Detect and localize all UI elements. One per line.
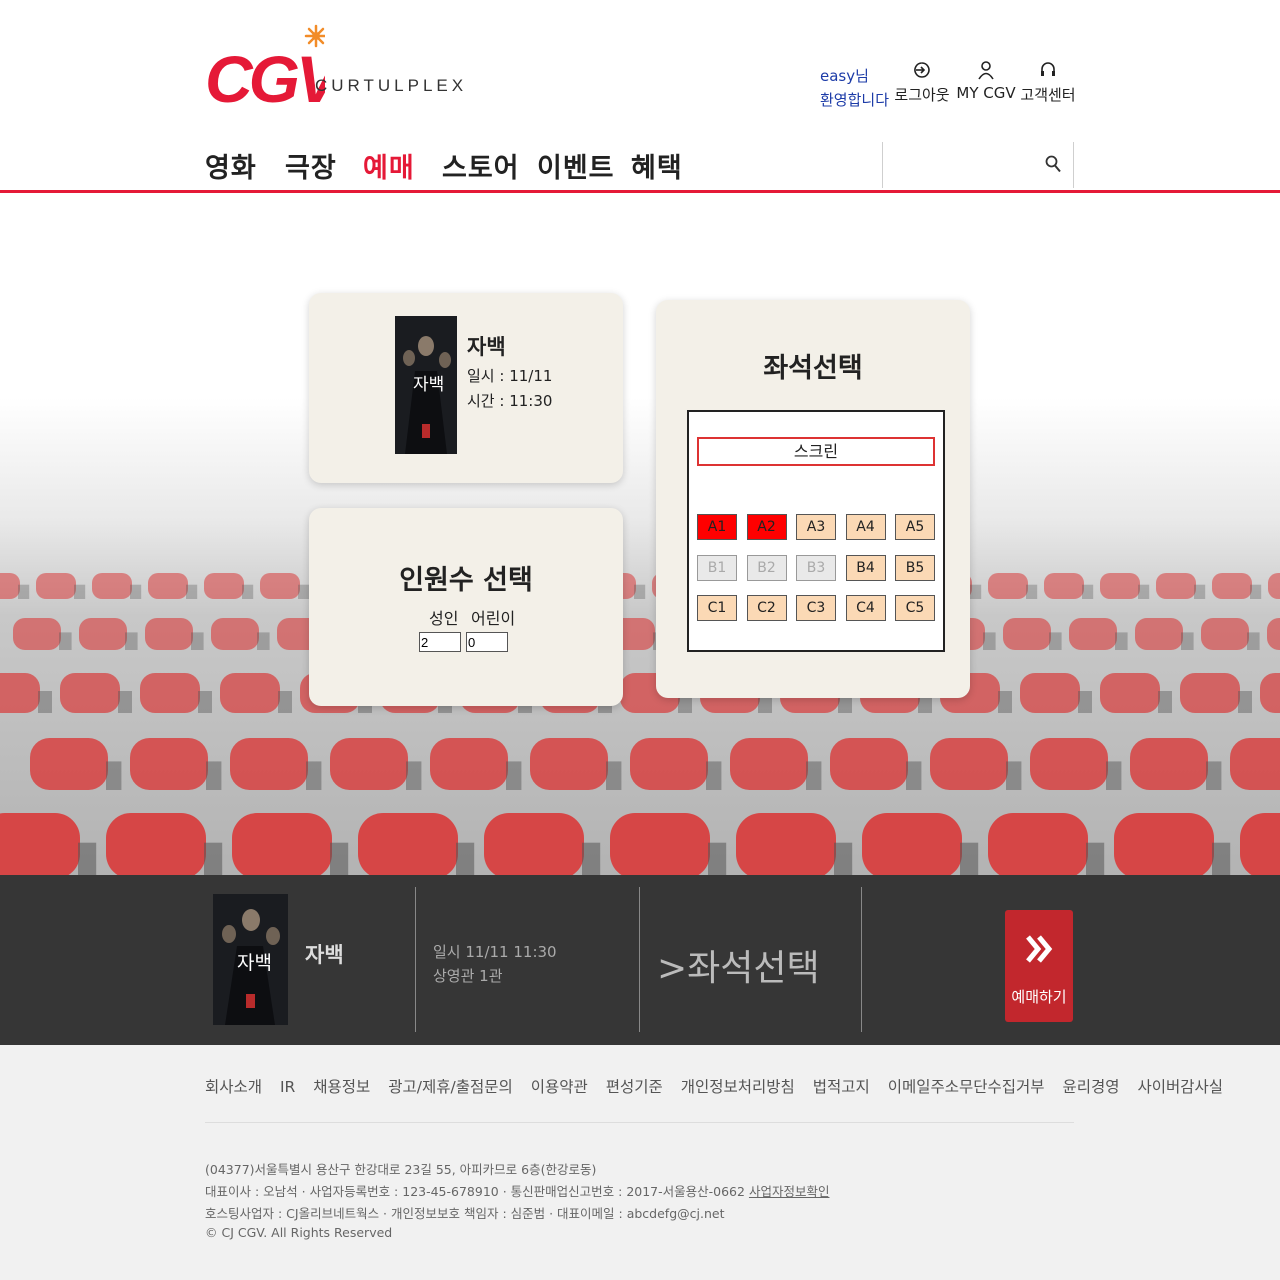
cgv-logo[interactable]: CGV CURTULPLEX [205, 24, 463, 114]
user-icon [978, 61, 994, 80]
bar-movie-title: 자백 [305, 943, 344, 967]
footer-link-programming[interactable]: 편성기준 [606, 1078, 663, 1096]
seat-a4[interactable]: A4 [845, 514, 886, 540]
customer-center-label: 고객센터 [1020, 86, 1076, 104]
footer-ceo-line: 대표이사 : 오남석 · 사업자등록번호 : 123-45-678910 · 통… [205, 1181, 829, 1200]
movie-info-card: 자백 자백 일시 : 11/11 시간 : 11:30 [309, 293, 623, 483]
logout-label: 로그아웃 [894, 86, 950, 104]
footer-copyright: © CJ CGV. All Rights Reserved [205, 1225, 393, 1240]
search-box [882, 142, 1074, 188]
seat-map: 스크린 A1 A2 A3 A4 A5 B1 B2 B3 B4 B5 C1 C2 C3 C4 C5 [687, 410, 945, 652]
search-icon[interactable] [1045, 155, 1061, 173]
my-cgv-label: MY CGV [956, 84, 1016, 102]
customer-center-link[interactable]: 고객센터 [1016, 60, 1080, 105]
book-button-label: 예매하기 [1011, 988, 1067, 1006]
nav-theater[interactable]: 극장 [285, 146, 337, 185]
movie-title: 자백 [467, 335, 506, 359]
seat-b4[interactable]: B4 [845, 554, 886, 581]
footer-link-ethics[interactable]: 윤리경영 [1063, 1078, 1120, 1096]
screen-label: 스크린 [697, 437, 935, 466]
double-chevron-right-icon [1026, 935, 1053, 963]
seat-selection-card: 좌석선택 스크린 A1 A2 A3 A4 A5 B1 B2 B3 B4 B5 C1 C2 C3 C4 C5 [656, 300, 970, 698]
adult-count-input[interactable] [419, 632, 461, 652]
child-count-input[interactable] [466, 632, 508, 652]
footer-biz-link[interactable]: 사업자정보확인 [749, 1184, 830, 1199]
seat-b1: B1 [697, 554, 737, 581]
bar-divider [861, 887, 862, 1032]
bar-current-step: >좌석선택 [657, 948, 820, 989]
seat-c3[interactable]: C3 [796, 595, 836, 621]
seat-a2[interactable]: A2 [746, 514, 787, 540]
nav-booking[interactable]: 예매 [363, 146, 415, 185]
poster-title: 자백 [413, 375, 445, 395]
seat-c1[interactable]: C1 [697, 595, 737, 621]
welcome-text: 환영합니다 [820, 91, 890, 109]
booking-area: 자백 자백 일시 : 11/11 시간 : 11:30 인원수 선택 성인 어린… [0, 193, 1280, 875]
footer-link-audit[interactable]: 사이버감사실 [1138, 1078, 1224, 1096]
footer-address: (04377)서울특별시 용산구 한강대로 23길 55, 아피카므로 6층(한… [205, 1162, 597, 1177]
nav-movie[interactable]: 영화 [205, 146, 257, 185]
child-label: 어린이 [471, 609, 516, 628]
cgv-logo-mark: CGV [205, 24, 325, 109]
book-button[interactable]: 예매하기 [1005, 910, 1073, 1022]
nav-benefit[interactable]: 혜택 [631, 146, 683, 185]
footer-link-terms[interactable]: 이용약관 [531, 1078, 588, 1096]
bar-divider [415, 887, 416, 1032]
seat-c4[interactable]: C4 [845, 595, 886, 621]
bar-divider [639, 887, 640, 1032]
adult-label: 성인 [429, 609, 459, 628]
bar-datetime: 일시 11/11 11:30 [433, 943, 557, 961]
seat-a1[interactable]: A1 [697, 514, 737, 540]
logout-link[interactable]: 로그아웃 [890, 60, 954, 105]
seat-selection-title: 좌석선택 [763, 353, 863, 384]
site-footer: 회사소개 IR 채용정보 광고/제휴/출점문의 이용약관 편성기준 개인정보처리… [0, 1045, 1280, 1280]
welcome-user: easy님 [820, 67, 869, 85]
movie-date: 일시 : 11/11 [467, 367, 553, 385]
bar-movie-poster: 자백 [213, 894, 288, 1025]
footer-ceo-text: 대표이사 : 오남석 · 사업자등록번호 : 123-45-678910 · 통… [205, 1184, 745, 1199]
bar-hall: 상영관 1관 [433, 967, 503, 985]
seat-c2[interactable]: C2 [746, 595, 787, 621]
footer-link-ads[interactable]: 광고/제휴/출점문의 [388, 1078, 513, 1096]
footer-link-ir[interactable]: IR [280, 1078, 295, 1096]
search-input[interactable] [891, 152, 1035, 178]
movie-time: 시간 : 11:30 [467, 392, 553, 410]
seat-b5[interactable]: B5 [895, 554, 935, 581]
seat-c5[interactable]: C5 [895, 595, 935, 621]
seat-a3[interactable]: A3 [796, 514, 836, 540]
seat-b2: B2 [746, 554, 787, 581]
footer-link-company[interactable]: 회사소개 [205, 1078, 262, 1096]
movie-poster: 자백 [395, 316, 457, 454]
headset-icon [1041, 62, 1055, 76]
my-cgv-link[interactable]: MY CGV [954, 60, 1018, 102]
footer-link-email-refusal[interactable]: 이메일주소무단수집거부 [888, 1078, 1045, 1096]
svg-text:CGV: CGV [205, 42, 325, 109]
main-nav: 영화 극장 예매 스토어 이벤트 혜택 [0, 134, 1280, 193]
booking-summary-bar: 자백 자백 일시 11/11 11:30 상영관 1관 >좌석선택 예매하기 [0, 875, 1280, 1045]
logo-subtitle: CURTULPLEX [315, 76, 468, 95]
site-header: CGV CURTULPLEX easy님 환영합니다 로그아웃 MY CGV 고… [0, 0, 1280, 135]
footer-links: 회사소개 IR 채용정보 광고/제휴/출점문의 이용약관 편성기준 개인정보처리… [205, 1075, 1223, 1097]
nav-store[interactable]: 스토어 [442, 146, 520, 185]
footer-link-careers[interactable]: 채용정보 [313, 1078, 370, 1096]
headcount-title: 인원수 선택 [399, 565, 533, 596]
footer-link-legal[interactable]: 법적고지 [813, 1078, 870, 1096]
seat-b3: B3 [796, 554, 836, 581]
footer-hosting: 호스팅사업자 : CJ올리브네트웍스 · 개인정보보호 책임자 : 심준범 · … [205, 1206, 725, 1221]
footer-link-privacy[interactable]: 개인정보처리방침 [681, 1078, 795, 1096]
footer-divider [205, 1122, 1074, 1123]
logout-icon [914, 62, 930, 78]
theater-seats-background [0, 573, 1280, 875]
bar-poster-title: 자백 [237, 952, 272, 974]
seat-a5[interactable]: A5 [895, 514, 935, 540]
nav-event[interactable]: 이벤트 [537, 146, 615, 185]
welcome-message: easy님 환영합니다 [820, 64, 889, 112]
headcount-card: 인원수 선택 성인 어린이 [309, 508, 623, 706]
